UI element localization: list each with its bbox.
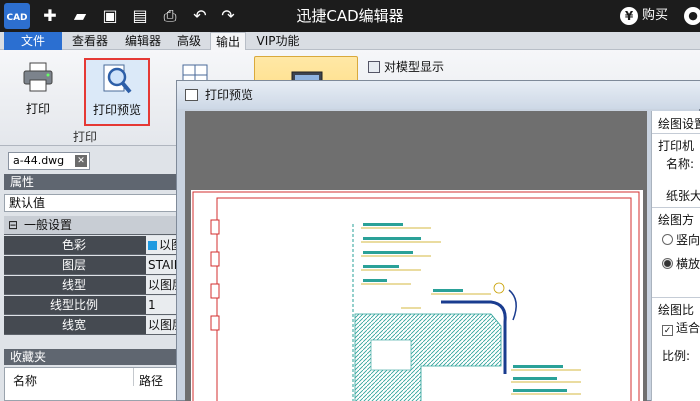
app-logo: CAD [4, 3, 30, 29]
dialog-title: 打印预览 [205, 88, 254, 102]
print-preview-button[interactable]: 打印预览 [84, 58, 150, 126]
column-divider[interactable] [133, 368, 134, 386]
property-row[interactable]: 线型比例 1 [4, 296, 184, 315]
close-icon[interactable]: ✕ [75, 155, 87, 167]
general-settings-group[interactable]: ⊟ 一般设置 [4, 216, 180, 235]
radio-selected-icon [662, 258, 673, 269]
print-group-label: 打印 [72, 130, 97, 144]
app-window: CAD ✚ ▰ ▣ ▤ ⎙ ↶ ↷ 迅捷CAD编辑器 ¥ 购买 ● 文件 查看器 … [0, 0, 700, 401]
favorites-table: 名称 路径 [4, 367, 180, 401]
properties-header: 属性 [4, 174, 180, 190]
scale-group: 绘图比 [658, 303, 695, 317]
property-key: 线宽 [61, 318, 86, 332]
property-row[interactable]: 线型 以图层 [4, 276, 184, 295]
preview-paper [191, 190, 643, 401]
buy-button[interactable]: ¥ 购买 [620, 7, 668, 25]
print-button[interactable]: 打印 [14, 60, 62, 122]
printer-icon [23, 62, 53, 92]
save-icon[interactable]: ▣ [100, 6, 120, 26]
window-icon [185, 89, 198, 101]
save-as-icon[interactable]: ▤ [130, 6, 150, 26]
tab-output[interactable]: 输出 [210, 32, 246, 51]
preview-canvas[interactable] [185, 111, 647, 401]
dialog-title-bar[interactable]: 打印预览 [177, 81, 700, 109]
redo-icon[interactable]: ↷ [218, 6, 238, 26]
orientation-group: 绘图方 [658, 213, 695, 227]
undo-icon[interactable]: ↶ [190, 6, 210, 26]
general-settings-label: 一般设置 [24, 218, 73, 232]
property-row[interactable]: 图层 STAIR [4, 256, 184, 275]
property-key: 线型比例 [49, 298, 98, 312]
property-row[interactable]: 线宽 以图层 [4, 316, 184, 335]
divider [652, 207, 700, 208]
print-icon[interactable]: ⎙ [160, 6, 180, 26]
fit-checkbox[interactable]: ✓ 适合 [662, 319, 700, 336]
favorites-header: 收藏夹 [4, 349, 180, 365]
collapse-icon[interactable]: ⊟ [8, 216, 18, 235]
drawing-preview [192, 191, 640, 401]
property-key: 图层 [61, 258, 86, 272]
model-display-icon [368, 61, 380, 73]
property-key: 色彩 [61, 238, 86, 252]
magnifier-icon [103, 64, 132, 94]
ribbon-tabs: 文件 查看器 编辑器 高级 输出 VIP功能 [0, 32, 700, 51]
document-tab[interactable]: a-44.dwg ✕ [8, 152, 90, 170]
tab-file[interactable]: 文件 [4, 32, 62, 50]
portrait-radio[interactable]: 竖向 [662, 231, 700, 248]
model-display-option[interactable]: 对模型显示 [368, 58, 444, 75]
left-panel: a-44.dwg ✕ 属性 默认值 ⊟ 一般设置 色彩 以图 图层 STAIR 线型以… [0, 146, 184, 401]
document-tab-label: a-44.dwg [13, 154, 65, 167]
default-value-select[interactable]: 默认值 [4, 194, 180, 212]
landscape-radio[interactable]: 横放 [662, 255, 700, 272]
printer-name-label: 名称: [666, 157, 695, 171]
new-icon[interactable]: ✚ [40, 6, 60, 26]
printer-group: 打印机 [658, 139, 695, 153]
radio-icon [662, 234, 673, 245]
print-preview-label: 打印预览 [92, 103, 141, 117]
paper-size-label: 纸张大 [666, 189, 700, 203]
open-icon[interactable]: ▰ [70, 6, 90, 26]
buy-label: 购买 [642, 8, 669, 23]
title-bar: CAD ✚ ▰ ▣ ▤ ⎙ ↶ ↷ 迅捷CAD编辑器 ¥ 购买 ● [0, 0, 700, 32]
fav-column-name[interactable]: 名称 [13, 372, 37, 389]
color-swatch [148, 241, 157, 250]
divider [652, 133, 700, 134]
tab-viewer[interactable]: 查看器 [64, 32, 116, 50]
tab-editor[interactable]: 编辑器 [118, 32, 168, 50]
yen-icon: ¥ [620, 7, 638, 25]
tab-vip[interactable]: VIP功能 [250, 32, 306, 50]
plot-settings-panel: 绘图设置 打印机 名称: 纸张大 绘图方 竖向 横放 绘图比 ✓适合 比例: [651, 111, 700, 401]
property-key: 线型 [61, 278, 86, 292]
tab-advanced[interactable]: 高级 [170, 32, 208, 50]
user-icon[interactable]: ● [684, 7, 700, 25]
divider [652, 297, 700, 298]
ratio-label: 比例: [662, 349, 691, 363]
print-label: 打印 [25, 102, 50, 116]
model-display-label: 对模型显示 [384, 60, 445, 74]
fav-column-path[interactable]: 路径 [139, 372, 163, 389]
print-preview-dialog: 打印预览 绘图设 打印机 名称: 纸张大 绘图方 竖向 横放 绘图比 ✓ 适合 … [176, 80, 700, 401]
checkmark-icon: ✓ [662, 325, 673, 336]
plot-settings-title: 绘图设置 [658, 117, 700, 131]
property-row[interactable]: 色彩 以图 [4, 236, 184, 255]
